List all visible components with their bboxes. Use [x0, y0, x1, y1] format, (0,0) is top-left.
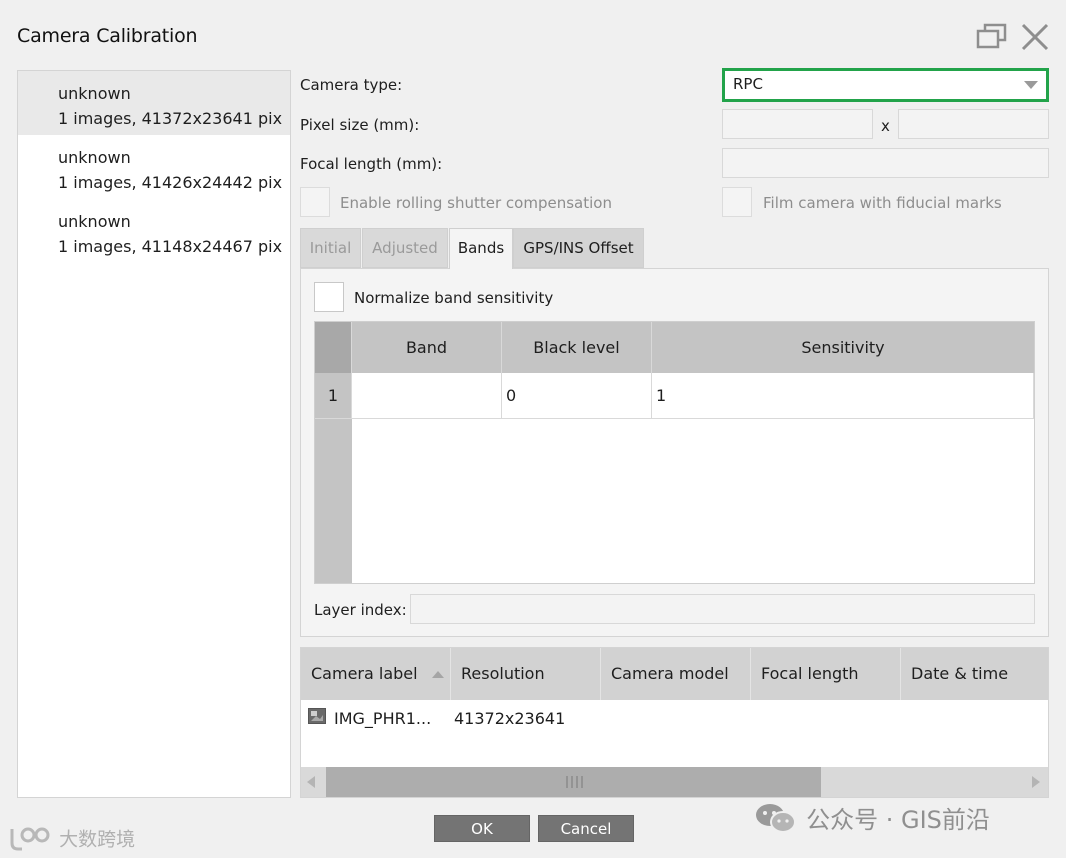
- camera-group-name: unknown: [58, 84, 131, 103]
- rolling-shutter-label: Enable rolling shutter compensation: [340, 194, 612, 212]
- camera-type-value: RPC: [733, 75, 763, 93]
- column-header-camera-model[interactable]: Camera model: [601, 648, 751, 700]
- camera-group-summary: 1 images, 41426x24442 pix: [58, 173, 283, 192]
- camera-type-select[interactable]: RPC: [722, 68, 1049, 102]
- restore-icon: [976, 23, 1007, 49]
- scrollbar-thumb[interactable]: [326, 767, 821, 797]
- column-header-date-time[interactable]: Date & time: [901, 648, 1048, 700]
- watermark-right-text: 公众号 · GIS前沿: [806, 806, 990, 834]
- horizontal-scrollbar[interactable]: [301, 767, 1048, 797]
- camera-group-item[interactable]: unknown 1 images, 41372x23641 pix: [18, 71, 290, 135]
- column-header-resolution[interactable]: Resolution: [451, 648, 601, 700]
- watermark-left: 大数跨境: [8, 823, 135, 853]
- focal-length-label: Focal length (mm):: [300, 155, 443, 173]
- pixel-size-label: Pixel size (mm):: [300, 116, 420, 134]
- column-header-camera-label[interactable]: Camera label: [301, 648, 451, 700]
- tab-bands[interactable]: Bands: [449, 228, 513, 269]
- grip-icon: [566, 776, 583, 788]
- bands-grid: Band Black level Sensitivity 1 0 1: [314, 321, 1035, 584]
- camera-group-item[interactable]: unknown 1 images, 41148x24467 pix: [18, 199, 290, 263]
- camera-group-summary: 1 images, 41148x24467 pix: [58, 237, 283, 256]
- film-camera-checkbox[interactable]: [722, 187, 752, 217]
- camera-group-summary: 1 images, 41372x23641 pix: [58, 109, 283, 128]
- resolution-cell: 41372x23641: [454, 709, 566, 728]
- watermark-logo-icon: [10, 827, 50, 851]
- pixel-size-y-field[interactable]: [898, 109, 1049, 139]
- table-row[interactable]: IMG_PHR1... 41372x23641: [301, 700, 1048, 736]
- tab-gps-ins-offset[interactable]: GPS/INS Offset: [513, 228, 644, 268]
- scroll-left-icon[interactable]: [307, 776, 316, 788]
- camera-group-item[interactable]: unknown 1 images, 41426x24442 pix: [18, 135, 290, 199]
- tab-adjusted[interactable]: Adjusted: [362, 228, 448, 268]
- ok-button[interactable]: OK: [434, 815, 530, 842]
- column-header-band[interactable]: Band: [352, 322, 502, 373]
- window-title: Camera Calibration: [17, 25, 198, 47]
- wechat-icon: [756, 803, 796, 833]
- layer-index-label: Layer index:: [314, 601, 407, 619]
- close-window-button[interactable]: [1018, 20, 1052, 54]
- pixel-size-separator: x: [881, 117, 890, 135]
- normalize-band-checkbox[interactable]: [314, 282, 344, 312]
- focal-length-field[interactable]: [722, 148, 1049, 178]
- camera-group-list: unknown 1 images, 41372x23641 pix unknow…: [17, 70, 291, 798]
- camera-label-header-text: Camera label: [311, 664, 418, 683]
- close-icon: [1021, 23, 1049, 51]
- normalize-band-label: Normalize band sensitivity: [354, 289, 554, 307]
- camera-label-cell: IMG_PHR1...: [334, 709, 432, 728]
- pixel-size-x-field[interactable]: [722, 109, 873, 139]
- cancel-button[interactable]: Cancel: [538, 815, 634, 842]
- sort-ascending-icon: [431, 671, 444, 678]
- camera-table: Camera label Resolution Camera model Foc…: [300, 647, 1049, 798]
- restore-window-button[interactable]: [975, 20, 1009, 54]
- watermark-right: 公众号 · GIS前沿: [755, 800, 990, 834]
- row-index[interactable]: 1: [315, 373, 352, 419]
- column-header-black-level[interactable]: Black level: [502, 322, 652, 373]
- column-header-sensitivity[interactable]: Sensitivity: [652, 322, 1034, 373]
- film-camera-label: Film camera with fiducial marks: [763, 194, 1002, 212]
- tab-initial[interactable]: Initial: [300, 228, 361, 268]
- band-cell[interactable]: [352, 373, 502, 419]
- column-header-focal-length[interactable]: Focal length: [751, 648, 901, 700]
- layer-index-field[interactable]: [410, 594, 1035, 624]
- scroll-right-icon[interactable]: [1032, 776, 1041, 788]
- sensitivity-cell[interactable]: 1: [652, 373, 1034, 419]
- camera-group-name: unknown: [58, 148, 131, 167]
- black-level-cell[interactable]: 0: [502, 373, 652, 419]
- watermark-left-text: 大数跨境: [59, 828, 136, 851]
- camera-group-name: unknown: [58, 212, 131, 231]
- camera-type-label: Camera type:: [300, 76, 403, 94]
- chevron-down-icon: [1024, 81, 1038, 89]
- rolling-shutter-checkbox[interactable]: [300, 187, 330, 217]
- grid-corner: [315, 322, 352, 373]
- image-thumbnail-icon: [308, 708, 326, 724]
